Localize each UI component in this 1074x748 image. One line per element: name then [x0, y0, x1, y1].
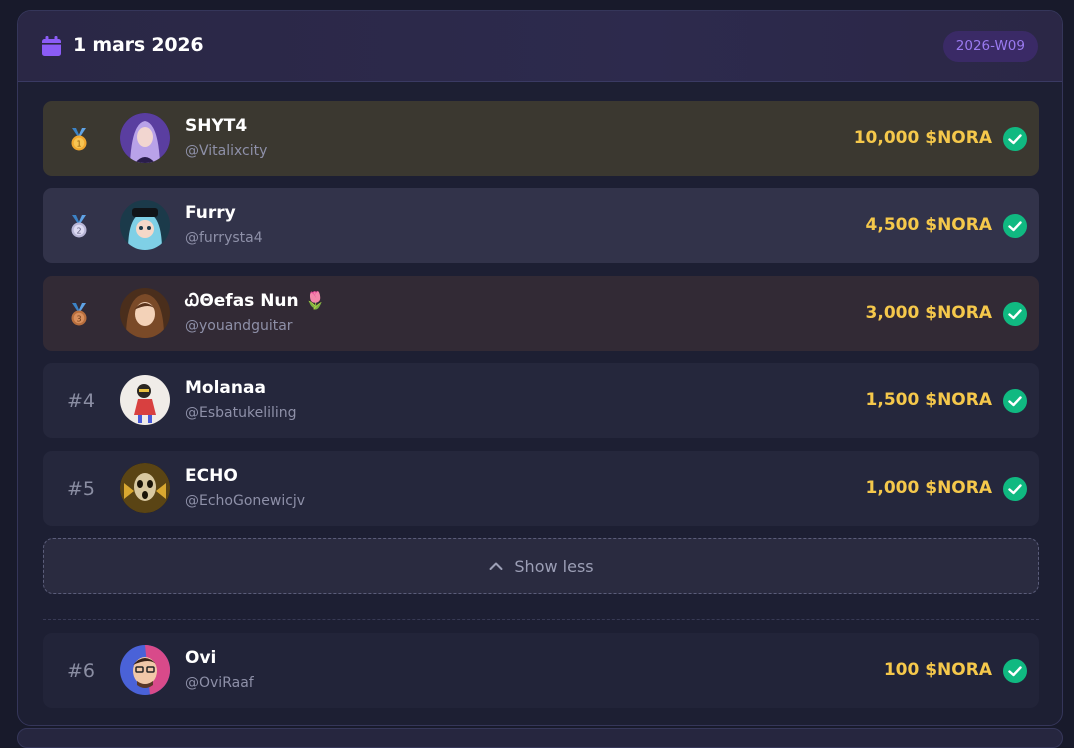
reward-amount: 1,000 $NORA — [865, 478, 992, 498]
check-icon — [1003, 302, 1027, 326]
user-handle: @OviRaaf — [185, 675, 254, 691]
week-badge: 2026-W09 — [942, 31, 1038, 62]
avatar — [120, 288, 170, 338]
user-name: ᏇΘefas Nun 🌷 — [185, 291, 326, 311]
user-name: Furry — [185, 203, 236, 223]
reward-amount: 100 $NORA — [883, 660, 992, 680]
leaderboard-row[interactable]: #6 Ovi @OviRaaf 100 $NORA — [43, 633, 1039, 708]
leaderboard-card: 1 mars 2026 2026-W09 1 SHYT4 @Vitalixcit… — [17, 10, 1063, 726]
user-handle: @furrysta4 — [185, 230, 263, 246]
avatar — [120, 645, 170, 695]
svg-text:1: 1 — [76, 140, 81, 149]
user-name: Ovi — [185, 648, 217, 668]
check-icon — [1003, 389, 1027, 413]
reward-amount: 4,500 $NORA — [865, 215, 992, 235]
card-header: 1 mars 2026 2026-W09 — [18, 11, 1062, 82]
leaderboard-row[interactable]: #4 Molanaa @Esbatukeliling 1,500 $NORA — [43, 363, 1039, 438]
page-title: 1 mars 2026 — [73, 34, 204, 56]
svg-text:3: 3 — [76, 315, 81, 324]
user-handle: @EchoGonewicjv — [185, 493, 306, 509]
check-icon — [1003, 659, 1027, 683]
bronze-medal-icon: 3 — [71, 303, 87, 326]
calendar-icon — [42, 36, 61, 56]
divider — [43, 619, 1039, 620]
avatar — [120, 113, 170, 163]
user-name: SHYT4 — [185, 116, 248, 136]
user-name: Molanaa — [185, 378, 266, 398]
user-name: ECHO — [185, 466, 238, 486]
leaderboard-row[interactable]: 2 Furry @furrysta4 4,500 $NORA — [43, 188, 1039, 263]
check-icon — [1003, 477, 1027, 501]
check-icon — [1003, 214, 1027, 238]
leaderboard-row[interactable]: #5 ECHO @EchoGonewicjv 1,000 $NORA — [43, 451, 1039, 526]
silver-medal-icon: 2 — [71, 215, 87, 238]
user-handle: @Esbatukeliling — [185, 405, 297, 421]
check-icon — [1003, 127, 1027, 151]
avatar — [120, 200, 170, 250]
rank-number: #4 — [67, 390, 96, 412]
gold-medal-icon: 1 — [71, 128, 87, 151]
reward-amount: 1,500 $NORA — [865, 390, 992, 410]
chevron-up-icon — [489, 562, 503, 570]
show-less-label: Show less — [514, 556, 594, 576]
svg-text:2: 2 — [76, 227, 81, 236]
user-handle: @youandguitar — [185, 318, 293, 334]
reward-amount: 10,000 $NORA — [853, 128, 992, 148]
avatar — [120, 375, 170, 425]
user-handle: @Vitalixcity — [185, 143, 268, 159]
show-less-button[interactable]: Show less — [43, 538, 1039, 594]
next-day-card — [17, 728, 1063, 748]
leaderboard-row[interactable]: 3 ᏇΘefas Nun 🌷 @youandguitar 3,000 $NORA — [43, 276, 1039, 351]
reward-amount: 3,000 $NORA — [865, 303, 992, 323]
rank-number: #5 — [67, 478, 96, 500]
avatar — [120, 463, 170, 513]
rank-number: #6 — [67, 660, 96, 682]
leaderboard-row[interactable]: 1 SHYT4 @Vitalixcity 10,000 $NORA — [43, 101, 1039, 176]
